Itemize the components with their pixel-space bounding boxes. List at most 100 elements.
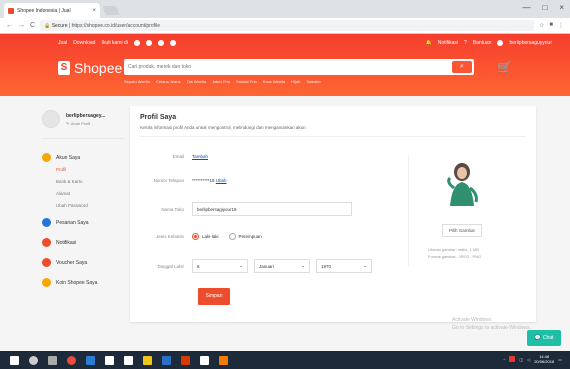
window-controls: — □ × [522,2,564,14]
sidebar-item-bank[interactable]: Bank & Kartu [56,179,124,184]
line-icon[interactable] [157,39,164,46]
sidebar-item-vouchers[interactable]: Voucher Saya [42,258,124,267]
forward-button[interactable]: → [18,22,25,29]
voucher-icon [42,258,51,267]
sidebar-item-label: Notifikasi [56,239,77,246]
edit-profile-link[interactable]: ✎ Ubah Profil [66,121,105,126]
hint-link[interactable]: Sepatu Wanita [124,79,150,84]
chrome-icon[interactable] [67,355,76,365]
gender-female-label: Perempuan [238,234,262,239]
clipboard-icon [42,218,51,227]
user-icon [42,153,51,162]
maximize-button[interactable]: □ [542,2,547,14]
notification-center-icon[interactable]: ▭ [558,357,562,362]
activate-line-2: Go to Settings to activate Windows. [452,325,531,331]
browser-tab[interactable]: Shopee Indonesia | Jual × [4,3,100,18]
task-view-icon[interactable] [48,355,57,365]
clock[interactable]: 14:46 20/06/2018 [534,354,554,364]
tab-close-icon[interactable]: × [92,8,96,14]
network-icon[interactable]: ◫ [519,357,523,362]
hint-link[interactable]: Tas Wanita [187,79,207,84]
radio-checked-icon [192,233,199,240]
search-hints: Sepatu Wanita Celana Jeans Tas Wanita Ja… [124,79,321,84]
antivirus-icon[interactable] [509,356,516,362]
shopee-logo[interactable]: S Shopee [58,60,122,76]
sidebar-item-my-account[interactable]: Akun Saya [42,153,124,162]
url-input[interactable]: 🔒 Secure | https://shopee.co.id/user/acc… [40,20,534,31]
email-row: Email Tambah [130,154,208,159]
menu-icon[interactable]: ⋮ [558,22,564,29]
edge-icon[interactable] [86,355,95,365]
cart-icon[interactable]: 🛒 [497,60,512,74]
account-submenu: Profil Bank & Kartu Alamat Ubah Password [56,167,124,208]
reload-button[interactable]: C [30,22,35,29]
app-icon[interactable] [219,355,228,365]
app-icon[interactable] [200,355,209,365]
sidebar-item-notifications[interactable]: Notifikasi [42,238,124,247]
gender-female-radio[interactable]: Perempuan [228,233,262,240]
add-email-link[interactable]: Tambah [192,154,208,159]
tray-chevron-icon[interactable]: ^ [503,357,505,362]
folder-icon[interactable] [143,355,152,365]
extension-icon[interactable]: ■ [549,22,553,29]
help-link[interactable]: Bantuan [473,40,492,46]
hint-link[interactable]: Hijab [291,79,300,84]
mail-icon[interactable] [124,355,133,365]
save-button[interactable]: Simpan [198,288,230,305]
notification-link[interactable]: Notifikasi [438,40,458,46]
top-link-download[interactable]: Download [73,40,95,46]
windows-start-icon[interactable] [10,355,19,365]
avatar[interactable] [42,110,60,128]
top-link-jual[interactable]: Jual [58,40,67,46]
top-link-follow[interactable]: Ikuti kami di [101,40,127,46]
dob-year-select[interactable]: 1970 ⌄ [316,259,372,273]
dob-year-value: 1970 [321,263,332,269]
sidebar-item-orders[interactable]: Pesanan Saya [42,218,124,227]
shopee-bag-icon: S [58,61,70,75]
chevron-down-icon: ⌄ [301,263,305,268]
instagram-icon[interactable] [145,39,152,46]
header-top-row: Jual Download Ikuti kami di 🔔 Notifikasi… [58,38,552,47]
account-link[interactable]: berlipbersaguyyour [509,40,552,46]
pick-image-button[interactable]: Pilih Gambar [442,224,482,237]
social-icon[interactable] [169,39,176,46]
powerpoint-icon[interactable] [181,355,190,365]
lock-icon: 🔒 [44,22,52,29]
volume-icon[interactable]: ◁ [527,357,530,362]
sidebar-item-address[interactable]: Alamat [56,191,124,196]
chat-button[interactable]: 💬 Chat [527,330,561,346]
shop-name-row: Nama Toko berlipbersagiyour19 [130,202,352,216]
star-icon[interactable]: ☆ [539,22,544,29]
change-phone-link[interactable]: Ubah [216,178,227,183]
word-icon[interactable] [162,355,171,365]
shop-name-input[interactable]: berlipbersagiyour19 [192,202,352,216]
facebook-icon[interactable] [133,39,140,46]
store-icon[interactable] [105,355,114,365]
back-button[interactable]: ← [6,22,13,29]
shop-name-label: Nama Toko [161,206,184,212]
hint-link[interactable]: Sandal Pria [236,79,257,84]
search-icon[interactable] [29,355,38,365]
tab-title: Shopee Indonesia | Jual [17,7,71,14]
dob-day-select[interactable]: 6 ⌄ [192,259,248,273]
minimize-button[interactable]: — [522,2,530,14]
hint-link[interactable]: Celana Jeans [156,79,180,84]
sidebar-item-label: Pesanan Saya [56,219,89,226]
sidebar-item-profile[interactable]: Profil [56,167,124,172]
dob-month-select[interactable]: Januari ⌄ [254,259,310,273]
user-summary: berlipbersagey... ✎ Ubah Profil [42,110,124,139]
divider [140,136,526,137]
extension-icons: ☆ ■ ⋮ [539,22,564,29]
new-tab-button[interactable] [102,6,120,15]
hint-link[interactable]: Kaos Wanita [263,79,286,84]
sidebar-item-password[interactable]: Ubah Password [56,203,124,208]
close-window-button[interactable]: × [559,2,564,14]
gender-male-radio[interactable]: Laki-laki [192,233,219,240]
dob-day-value: 6 [197,263,200,269]
search-input[interactable] [128,64,470,70]
hint-link[interactable]: Jaket Pria [212,79,230,84]
profile-card: Profil Saya Kelola informasi profil Anda… [130,106,536,322]
sidebar-item-coins[interactable]: Koin Shopee Saya [42,278,124,287]
search-button[interactable]: ⌕ [452,61,472,73]
hint-link[interactable]: Sweater [306,79,321,84]
